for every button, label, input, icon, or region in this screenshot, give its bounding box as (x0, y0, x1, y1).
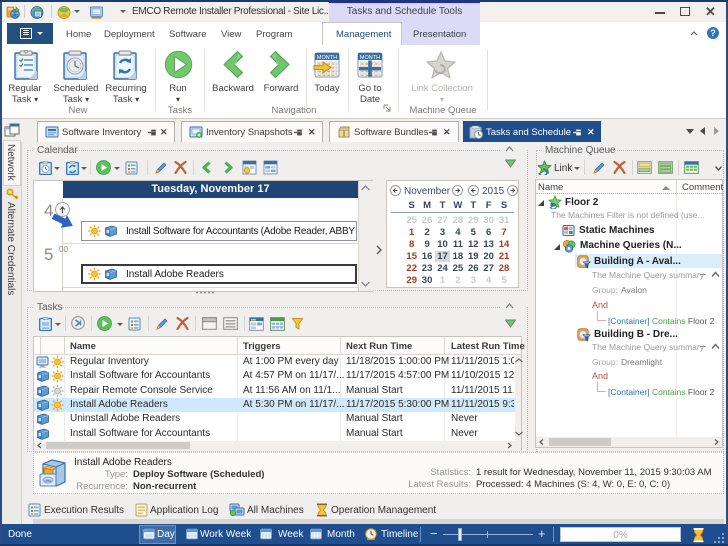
svg-text:MONTH: MONTH (317, 55, 337, 61)
svg-text:MONTH: MONTH (360, 55, 380, 61)
